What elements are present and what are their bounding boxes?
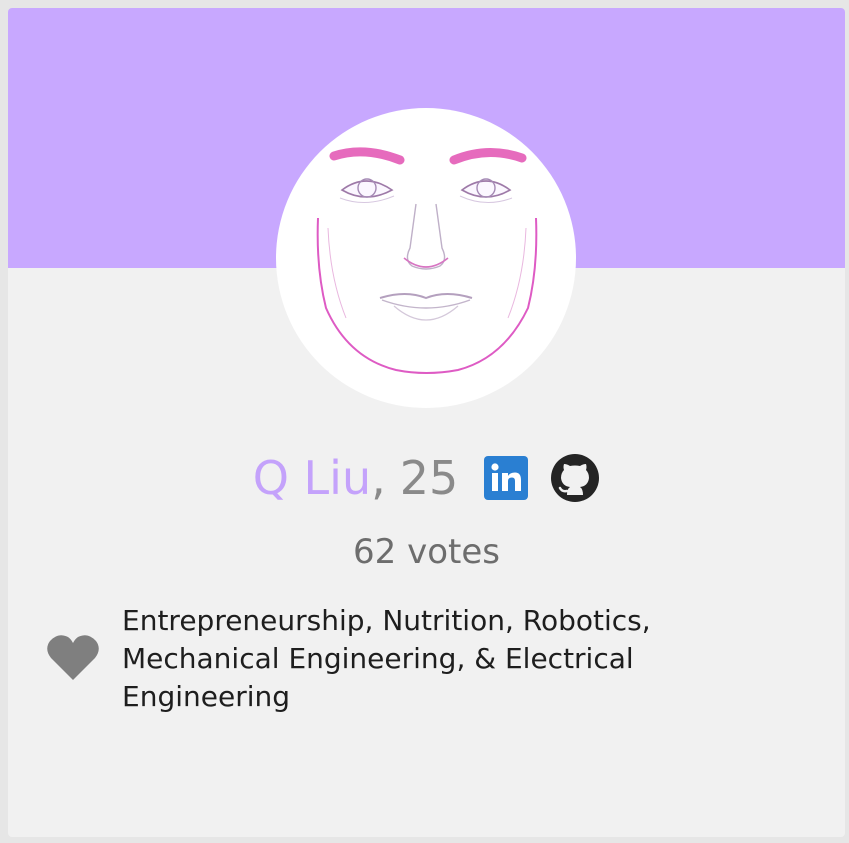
name-row: Q Liu, 25 [8,448,845,508]
github-icon[interactable] [550,453,600,503]
linkedin-icon[interactable] [484,456,529,500]
github-glyph [551,454,600,502]
profile-name: Q Liu [252,451,372,505]
name-age-separator: , [371,451,386,505]
profile-age: 25 [399,451,459,505]
interests-text: Entrepreneurship, Nutrition, Robotics, M… [122,604,651,713]
vote-count: 62 votes [353,532,500,572]
linkedin-glyph [491,463,522,491]
avatar [276,108,576,408]
face-sketch-image [316,147,538,374]
profile-card: Q Liu, 25 62 votes Entrepreneurship, Nut… [8,8,845,837]
social-links [484,453,600,503]
heart-icon [46,632,100,682]
